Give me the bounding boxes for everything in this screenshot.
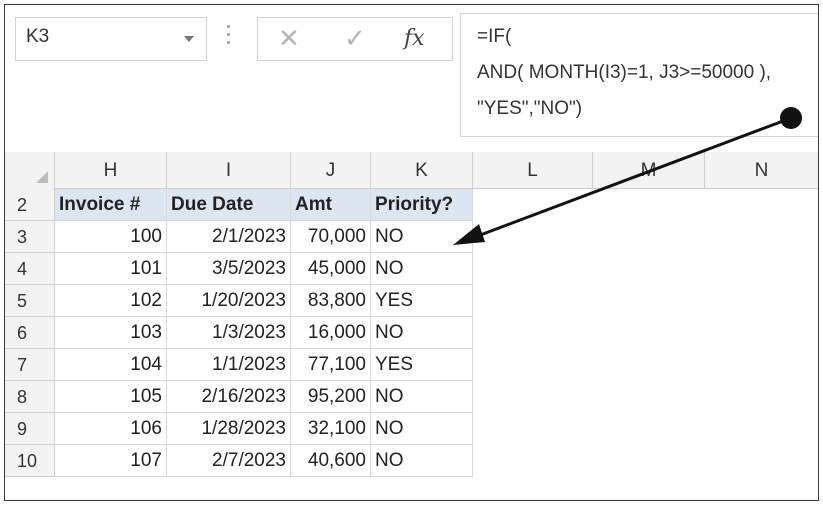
cell-due-date[interactable]: 1/28/2023 <box>167 413 291 445</box>
cell-invoice[interactable]: 104 <box>55 349 167 381</box>
chevron-down-icon[interactable] <box>184 36 194 42</box>
column-header-j[interactable]: J <box>291 152 371 189</box>
formula-line-1: =IF( <box>477 26 512 47</box>
column-header-h[interactable]: H <box>55 152 167 189</box>
name-box-value: K3 <box>26 26 50 47</box>
cell-priority[interactable]: NO <box>371 381 473 413</box>
cell-amt[interactable]: 77,100 <box>291 349 371 381</box>
column-header-k[interactable]: K <box>371 152 473 189</box>
row-header[interactable]: 4 <box>5 253 55 285</box>
worksheet-grid[interactable]: H I J K L M N 2 Invoice # Due Date Amt P… <box>5 152 818 500</box>
cell-due-date[interactable]: 2/16/2023 <box>167 381 291 413</box>
formula-bar-area: K3 ✕ ✓ fx =IF( AND( MONTH(I3)=1, J3>=500… <box>5 5 818 152</box>
table-row: 8 105 2/16/2023 95,200 NO <box>5 381 818 413</box>
row-header[interactable]: 2 <box>5 189 55 221</box>
cell-amt[interactable]: 32,100 <box>291 413 371 445</box>
column-header-m[interactable]: M <box>593 152 705 189</box>
table-row: 7 104 1/1/2023 77,100 YES <box>5 349 818 381</box>
row-header[interactable]: 6 <box>5 317 55 349</box>
cell-invoice[interactable]: 102 <box>55 285 167 317</box>
table-row: 10 107 2/7/2023 40,600 NO <box>5 445 818 477</box>
header-cell-amt[interactable]: Amt <box>291 189 371 221</box>
row-header[interactable]: 10 <box>5 445 55 477</box>
excel-window: K3 ✕ ✓ fx =IF( AND( MONTH(I3)=1, J3>=500… <box>4 4 819 501</box>
row-header[interactable]: 9 <box>5 413 55 445</box>
row-header[interactable]: 8 <box>5 381 55 413</box>
formula-input[interactable]: =IF( AND( MONTH(I3)=1, J3>=50000 ), "YES… <box>460 13 818 137</box>
header-cell-priority[interactable]: Priority? <box>371 189 473 221</box>
cell-priority[interactable]: NO <box>371 413 473 445</box>
formula-line-3: "YES","NO") <box>477 98 583 119</box>
table-header-row: 2 Invoice # Due Date Amt Priority? <box>5 189 818 221</box>
cell-amt[interactable]: 45,000 <box>291 253 371 285</box>
enter-check-icon[interactable]: ✓ <box>344 24 366 54</box>
table-row: 5 102 1/20/2023 83,800 YES <box>5 285 818 317</box>
table-row: 3 100 2/1/2023 70,000 NO <box>5 221 818 253</box>
cell-due-date[interactable]: 2/1/2023 <box>167 221 291 253</box>
table-row: 6 103 1/3/2023 16,000 NO <box>5 317 818 349</box>
cell-priority[interactable]: NO <box>371 445 473 477</box>
resize-handle-icon[interactable] <box>227 25 231 51</box>
select-all-icon <box>36 171 48 183</box>
cell-due-date[interactable]: 1/20/2023 <box>167 285 291 317</box>
cell-priority[interactable]: YES <box>371 285 473 317</box>
cell-priority[interactable]: NO <box>371 253 473 285</box>
cell-priority[interactable]: NO <box>371 221 473 253</box>
column-header-row: H I J K L M N <box>5 152 818 189</box>
cell-invoice[interactable]: 106 <box>55 413 167 445</box>
column-header-n[interactable]: N <box>705 152 818 189</box>
row-header[interactable]: 5 <box>5 285 55 317</box>
cell-due-date[interactable]: 1/1/2023 <box>167 349 291 381</box>
cell-invoice[interactable]: 101 <box>55 253 167 285</box>
cell-invoice[interactable]: 100 <box>55 221 167 253</box>
insert-function-icon[interactable]: fx <box>404 24 425 54</box>
cell-amt[interactable]: 16,000 <box>291 317 371 349</box>
table-row: 9 106 1/28/2023 32,100 NO <box>5 413 818 445</box>
header-cell-due-date[interactable]: Due Date <box>167 189 291 221</box>
row-header[interactable]: 3 <box>5 221 55 253</box>
cell-due-date[interactable]: 3/5/2023 <box>167 253 291 285</box>
cell-amt[interactable]: 95,200 <box>291 381 371 413</box>
cell-invoice[interactable]: 103 <box>55 317 167 349</box>
table-row: 4 101 3/5/2023 45,000 NO <box>5 253 818 285</box>
cell-priority[interactable]: YES <box>371 349 473 381</box>
formula-line-2: AND( MONTH(I3)=1, J3>=50000 ), <box>477 62 772 83</box>
cancel-icon[interactable]: ✕ <box>278 24 300 54</box>
select-all-corner[interactable] <box>5 152 55 189</box>
cell-amt[interactable]: 83,800 <box>291 285 371 317</box>
row-header[interactable]: 7 <box>5 349 55 381</box>
cell-due-date[interactable]: 1/3/2023 <box>167 317 291 349</box>
cell-priority[interactable]: NO <box>371 317 473 349</box>
column-header-l[interactable]: L <box>473 152 593 189</box>
cell-invoice[interactable]: 107 <box>55 445 167 477</box>
cell-due-date[interactable]: 2/7/2023 <box>167 445 291 477</box>
header-cell-invoice[interactable]: Invoice # <box>55 189 167 221</box>
cell-amt[interactable]: 40,600 <box>291 445 371 477</box>
cell-amt[interactable]: 70,000 <box>291 221 371 253</box>
name-box[interactable]: K3 <box>15 17 207 61</box>
cell-invoice[interactable]: 105 <box>55 381 167 413</box>
formula-buttons: ✕ ✓ fx <box>257 17 453 61</box>
column-header-i[interactable]: I <box>167 152 291 189</box>
